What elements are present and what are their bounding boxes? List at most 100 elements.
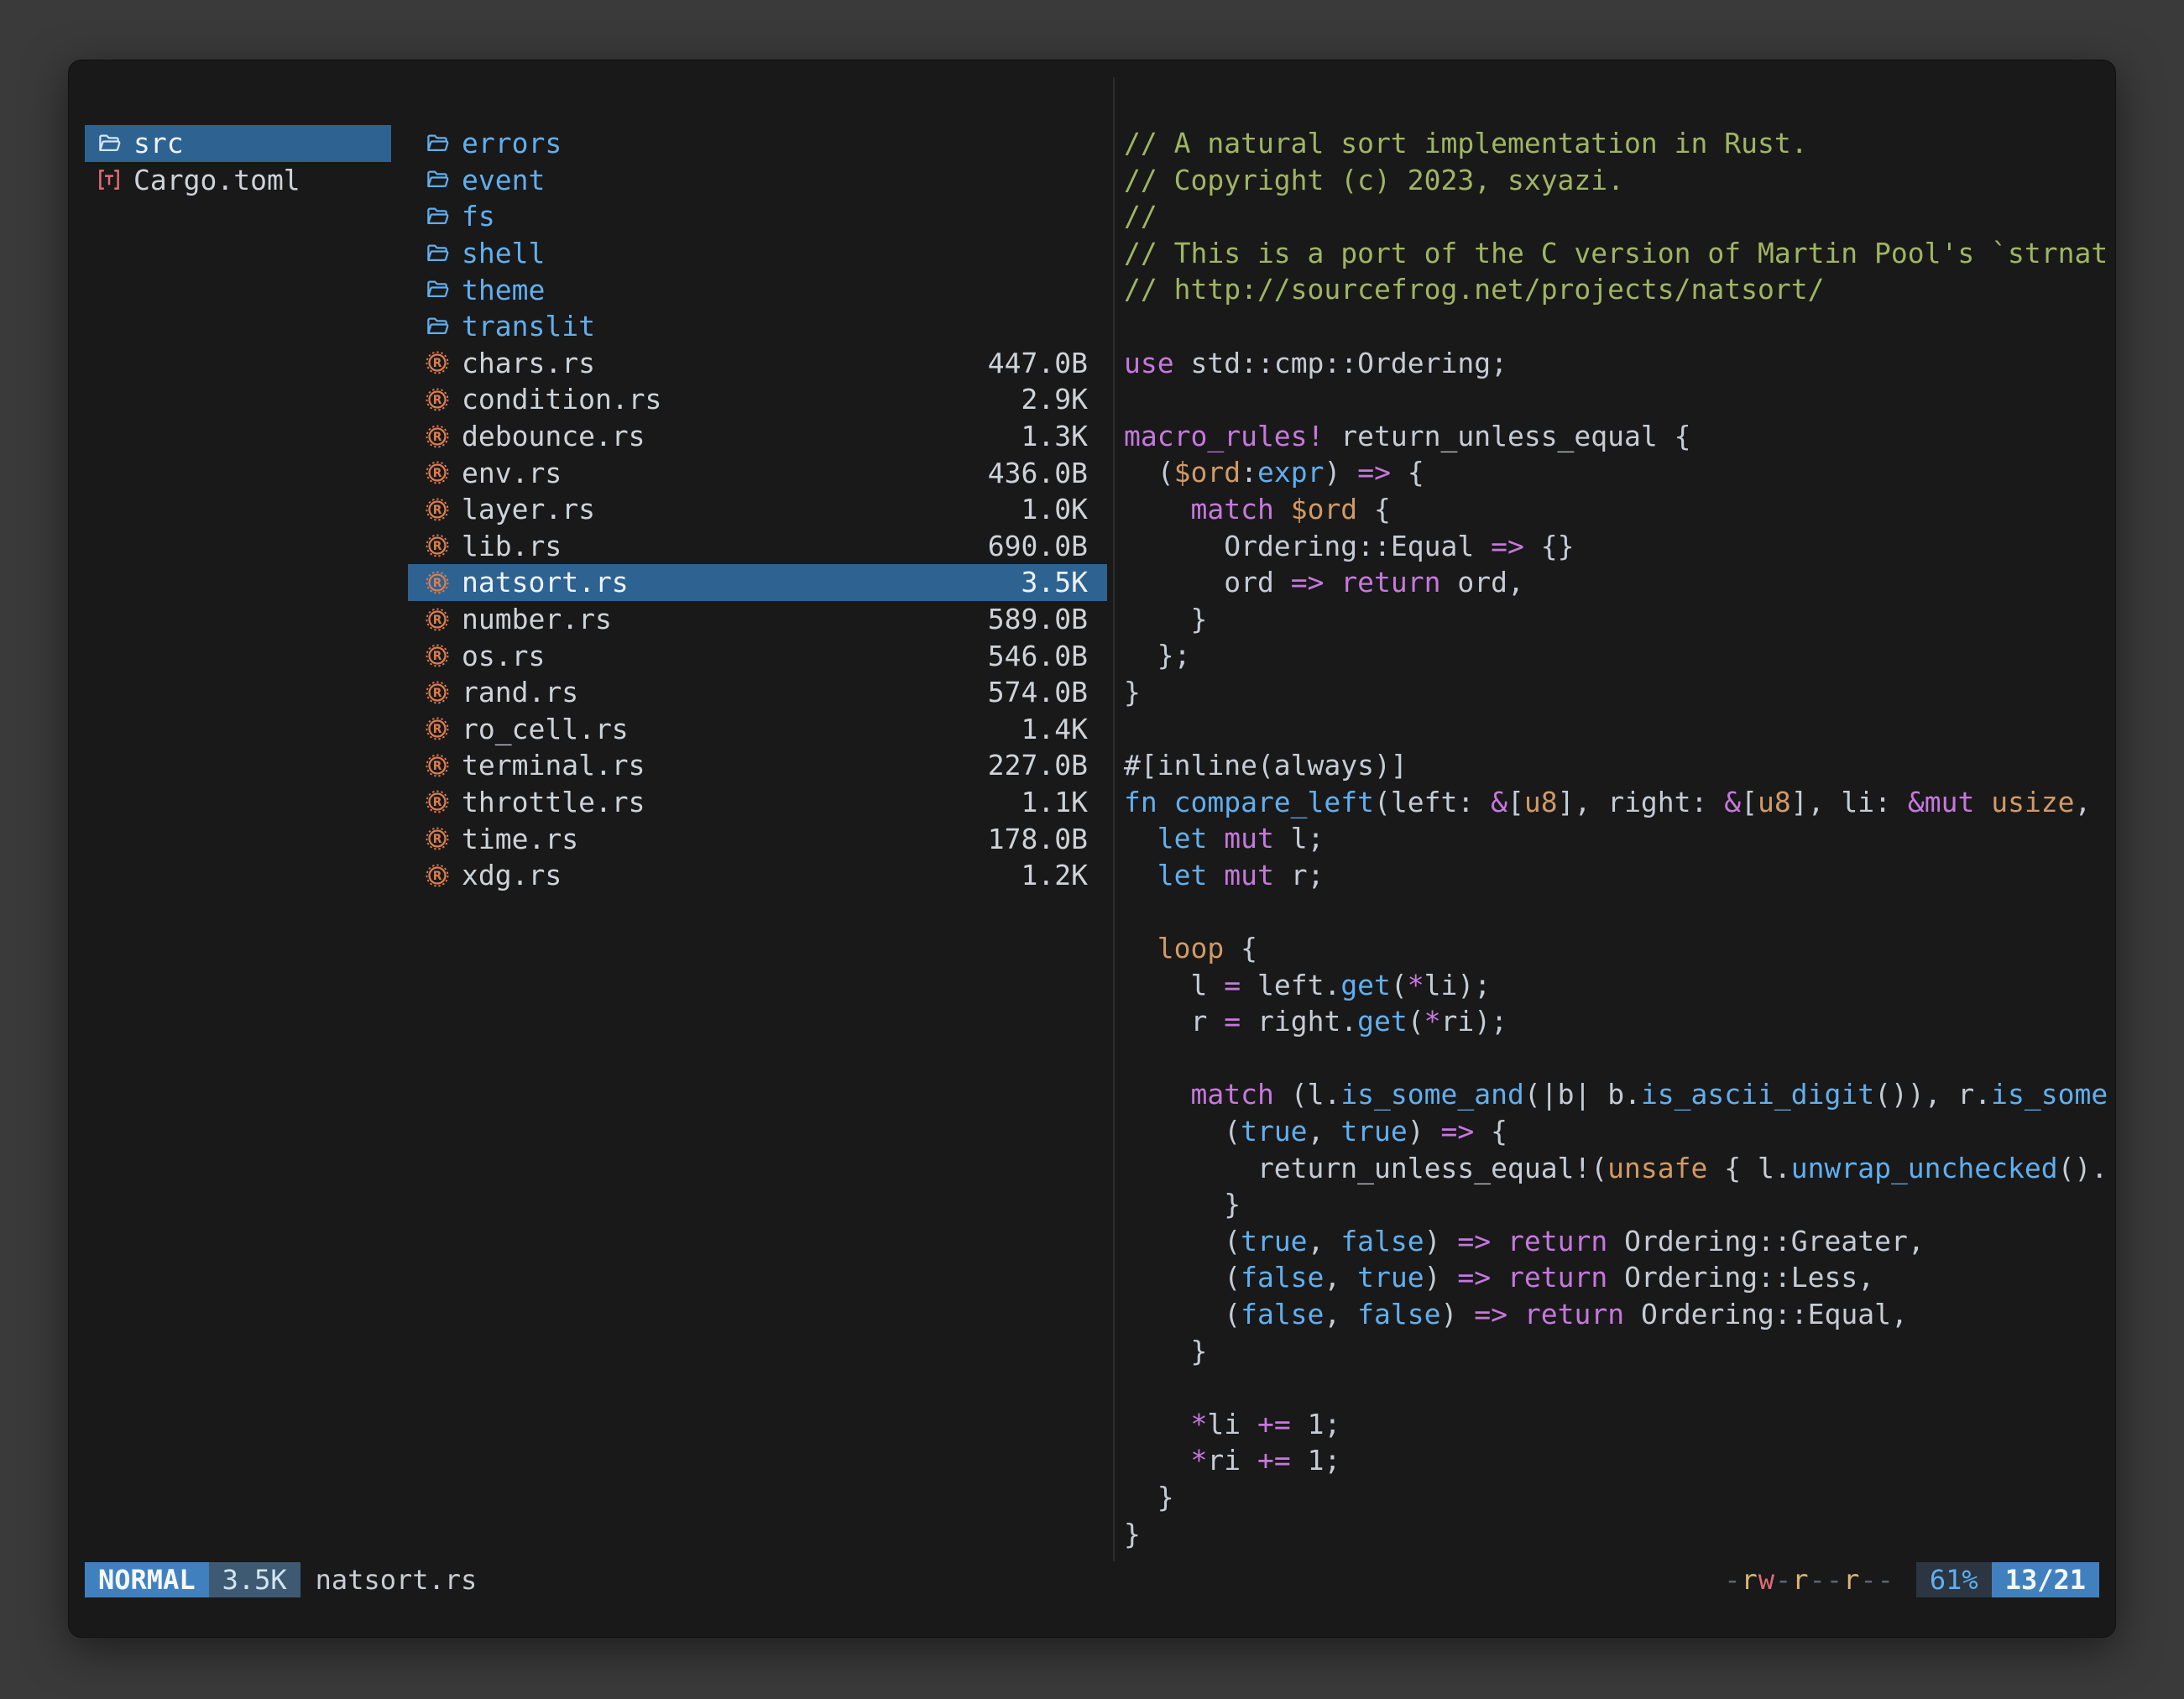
code-line: // http://sourcefrog.net/projects/natsor… <box>1124 271 2110 308</box>
code-line: match $ord { <box>1124 491 2110 528</box>
code-token: match <box>1190 493 1290 525</box>
code-token: } <box>1124 1518 1141 1550</box>
code-token <box>1324 566 1340 599</box>
code-token: return <box>1507 1261 1607 1294</box>
file-row[interactable]: Rthrottle.rs1.1K <box>408 784 1107 821</box>
file-row[interactable]: Cargo.toml <box>85 162 391 199</box>
code-token: ( <box>1391 969 1408 1001</box>
code-token <box>1124 822 1157 855</box>
code-token: => <box>1441 1115 1475 1147</box>
code-token: #[inline(always)] <box>1124 749 1408 782</box>
file-row[interactable]: Rro_cell.rs1.4K <box>408 711 1107 748</box>
file-row[interactable]: Rdebounce.rs1.3K <box>408 418 1107 455</box>
code-token: return <box>1524 1298 1624 1330</box>
code-token: ], right: <box>1558 786 1725 818</box>
entry-name: xdg.rs <box>462 859 1011 891</box>
folder-icon <box>425 167 462 192</box>
code-line: #[inline(always)] <box>1124 747 2110 784</box>
code-token: } <box>1124 1188 1241 1221</box>
svg-text:R: R <box>433 467 442 480</box>
entry-name: debounce.rs <box>462 420 1011 452</box>
code-token: // <box>1124 200 1157 233</box>
code-token: * <box>1424 1005 1441 1038</box>
code-token: std::cmp::Ordering; <box>1190 347 1507 379</box>
file-row[interactable]: Rchars.rs447.0B <box>408 345 1107 382</box>
code-token: r <box>1124 1005 1224 1038</box>
code-token: fn compare_left <box>1124 786 1374 818</box>
code-token: (left: <box>1374 786 1491 818</box>
code-line: } <box>1124 1516 2110 1553</box>
file-row[interactable]: Rnatsort.rs3.5K <box>408 564 1107 601</box>
entry-name: fs <box>462 200 1088 233</box>
rust-icon: R <box>425 826 462 851</box>
rust-icon: R <box>425 570 462 595</box>
dir-row[interactable]: src <box>85 125 391 162</box>
code-token: true <box>1241 1115 1307 1147</box>
code-token: unsafe <box>1607 1152 1707 1184</box>
code-token: { <box>1474 1115 1507 1147</box>
dir-row[interactable]: theme <box>408 271 1107 308</box>
entry-name: theme <box>462 274 1088 306</box>
code-token: => <box>1291 566 1325 599</box>
code-line: loop { <box>1124 930 2110 967</box>
code-token <box>1124 1078 1190 1111</box>
terminal-window: srcCargo.toml errorsevent fsshellthemetra… <box>68 60 2116 1638</box>
code-line <box>1124 1369 2110 1406</box>
code-token: false <box>1340 1225 1424 1257</box>
code-token: return_unless_equal { <box>1340 420 1690 452</box>
code-token: , <box>1324 1261 1357 1294</box>
code-token: => <box>1457 1261 1491 1294</box>
entry-name: natsort.rs <box>462 566 1011 599</box>
rust-icon: R <box>425 789 462 814</box>
rust-icon: R <box>425 716 462 741</box>
entry-size: 690.0B <box>988 530 1088 562</box>
code-token: is_ascii_digit <box>1641 1078 1874 1111</box>
entry-size: 1.4K <box>1021 713 1088 745</box>
code-token <box>1491 1225 1507 1257</box>
folder-icon <box>425 277 462 302</box>
code-token: let <box>1157 859 1224 891</box>
rust-icon: R <box>425 680 462 705</box>
file-row[interactable]: Ros.rs546.0B <box>408 637 1107 674</box>
code-token: usize <box>1991 786 2074 818</box>
code-token: [ <box>1507 786 1524 818</box>
status-bar-left: NORMAL 3.5K natsort.rs <box>85 1562 477 1597</box>
code-line: (true, false) => return Ordering::Greate… <box>1124 1223 2110 1260</box>
entry-name: time.rs <box>462 823 978 855</box>
entry-name: throttle.rs <box>462 786 1011 818</box>
entry-size: 546.0B <box>988 640 1088 672</box>
code-token: false <box>1241 1298 1324 1330</box>
file-row[interactable]: Rxdg.rs1.2K <box>408 857 1107 894</box>
entry-name: terminal.rs <box>462 749 978 782</box>
file-row[interactable]: Renv.rs436.0B <box>408 454 1107 491</box>
file-row[interactable]: Rcondition.rs2.9K <box>408 381 1107 418</box>
code-token: macro_rules! <box>1124 420 1340 452</box>
code-line: l = left.get(*li); <box>1124 967 2110 1004</box>
dir-row[interactable]: errors <box>408 125 1107 162</box>
entry-name: event <box>462 164 1088 196</box>
dir-row[interactable]: shell <box>408 235 1107 272</box>
svg-text:R: R <box>433 796 442 809</box>
entry-size: 227.0B <box>988 749 1088 782</box>
file-row[interactable]: Rnumber.rs589.0B <box>408 601 1107 638</box>
code-token: &mut <box>1908 786 1991 818</box>
entry-name: condition.rs <box>462 383 1011 416</box>
code-token: (|b| b. <box>1524 1078 1641 1111</box>
file-row[interactable]: Rlayer.rs1.0K <box>408 491 1107 528</box>
code-token: true <box>1357 1261 1424 1294</box>
file-row[interactable]: Rrand.rs574.0B <box>408 674 1107 711</box>
dir-row[interactable]: fs <box>408 198 1107 235</box>
dir-row[interactable]: translit <box>408 308 1107 345</box>
file-row[interactable]: Rterminal.rs227.0B <box>408 747 1107 784</box>
file-row[interactable]: Rtime.rs178.0B <box>408 820 1107 857</box>
svg-text:R: R <box>433 577 442 590</box>
code-token: 1; <box>1291 1444 1341 1477</box>
code-token <box>1124 493 1190 525</box>
code-token: (). <box>2058 1152 2108 1184</box>
entry-size: 589.0B <box>988 603 1088 635</box>
dir-row[interactable]: event <box>408 162 1107 199</box>
file-row[interactable]: Rlib.rs690.0B <box>408 528 1107 565</box>
file-position-badge: 13/21 <box>1992 1562 2099 1597</box>
folder-icon <box>425 314 462 339</box>
code-token: {} <box>1524 530 1575 562</box>
